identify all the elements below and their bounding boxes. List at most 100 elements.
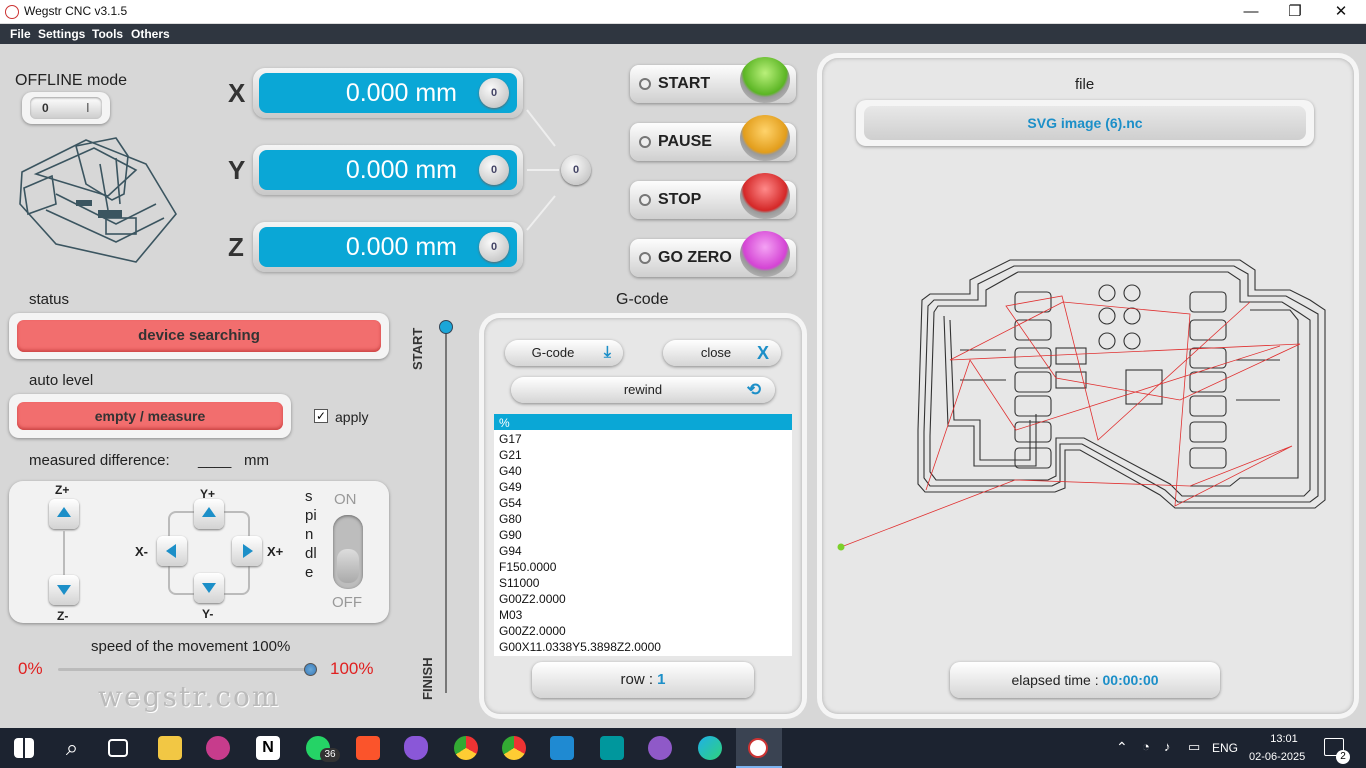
arrow-left-icon [166,544,176,558]
zero-z-button[interactable]: 0 [479,232,509,262]
spindle-label: spindle [305,488,317,581]
vscode-icon[interactable] [550,736,574,760]
notion-icon[interactable]: N [256,736,280,760]
gcode-line[interactable]: G00X11.0338Y5.3898Z2.0000 [499,640,661,654]
zero-y-button[interactable]: 0 [479,155,509,185]
chrome-icon[interactable] [454,736,478,760]
toggle-on-label: I [86,100,90,115]
chrome-profile-icon[interactable] [502,736,526,760]
progress-track [445,327,447,693]
task-view-icon[interactable] [108,739,128,757]
gcode-line[interactable]: S11000 [499,576,539,590]
gcode-line[interactable]: G21 [499,448,522,462]
z-plus-label: Z+ [55,483,70,497]
gcode-line[interactable]: G00Z2.0000 [499,592,566,606]
arduino-icon[interactable] [600,736,624,760]
clock-time[interactable]: 13:01 [1262,733,1306,745]
gcode-line[interactable]: F150.0000 [499,560,556,574]
app-star-icon[interactable] [206,736,230,760]
x-plus-label: X+ [267,544,284,559]
gcode-line[interactable]: G17 [499,432,522,446]
maximize-button[interactable]: ❐ [1272,0,1318,24]
gcode-list[interactable] [494,414,792,656]
jog-x-left-button[interactable] [157,536,187,566]
file-name: SVG image (6).nc [864,106,1306,140]
menu-file[interactable]: File [10,27,31,41]
menu-settings[interactable]: Settings [38,27,85,41]
volume-icon[interactable]: ♪ [1164,739,1171,754]
z-minus-label: Z- [57,609,69,623]
cnc-machine-illustration [19,137,177,263]
menu-tools[interactable]: Tools [92,27,123,41]
jog-x-right-button[interactable] [232,536,262,566]
battery-icon[interactable]: ▭ [1188,739,1200,755]
zero-all-button[interactable]: 0 [561,155,591,185]
gcode-line[interactable]: G00Z2.0000 [499,624,566,638]
gcode-title: G-code [616,291,669,308]
search-icon[interactable]: ⌕ [60,736,84,760]
start-button[interactable]: START [630,57,796,103]
offline-toggle[interactable]: 0 I [22,92,110,124]
download-icon: ⤓ [603,344,611,361]
toggle-off-label: 0 [42,101,49,115]
gcode-line[interactable]: % [499,416,510,430]
wifi-icon[interactable]: ◔ [1142,739,1150,754]
speed-min-label: 0% [18,659,43,678]
windows-start-icon[interactable] [14,738,34,758]
jog-z-down-button[interactable] [49,575,79,605]
file-explorer-icon[interactable] [158,736,182,760]
status-box: device searching [9,313,389,359]
pause-icon [740,115,790,161]
obsidian-icon[interactable] [404,736,428,760]
gcode-line[interactable]: G94 [499,544,522,558]
spindle-off-label: OFF [332,594,362,611]
whatsapp-badge: 36 [320,748,340,762]
clock-date[interactable]: 02-06-2025 [1249,751,1305,763]
spindle-switch[interactable] [333,515,363,589]
measured-difference-label: measured difference: [29,452,170,469]
start-point-marker [837,543,845,551]
progress-start-label: START [410,327,425,370]
status-value: device searching [17,320,381,352]
gcode-line[interactable]: G54 [499,496,522,510]
close-window-button[interactable]: ✕ [1318,0,1364,24]
wegstr-app-icon [748,738,768,758]
github-icon[interactable] [648,736,672,760]
close-gcode-button[interactable]: close X [663,340,781,366]
tray-chevron-icon[interactable]: ⌃ [1116,739,1128,756]
arrow-up-icon [202,507,216,517]
wegstr-taskbar-button[interactable] [736,728,782,768]
minimize-button[interactable]: — [1228,0,1274,24]
gcode-line[interactable]: G49 [499,480,522,494]
pause-button[interactable]: PAUSE [630,115,796,161]
stop-button[interactable]: STOP [630,173,796,219]
language-indicator[interactable]: ENG [1212,741,1238,755]
load-gcode-button[interactable]: G-code ⤓ [505,340,623,366]
brave-icon[interactable] [356,736,380,760]
gcode-line[interactable]: G90 [499,528,522,542]
jog-y-up-button[interactable] [194,499,224,529]
jog-y-down-button[interactable] [194,573,224,603]
speed-slider-thumb[interactable] [304,663,317,676]
start-label: START [658,75,711,92]
elapsed-time-label: elapsed time : [1011,672,1099,688]
go-zero-button[interactable]: GO ZERO [630,231,796,277]
rewind-button[interactable]: rewind ⟲ [511,377,775,403]
pause-label: PAUSE [658,133,712,150]
speed-slider-track[interactable] [58,663,317,676]
spindle-on-label: ON [334,491,357,508]
menu-others[interactable]: Others [131,27,170,41]
gcode-line[interactable]: G80 [499,512,522,526]
gcode-line[interactable]: M03 [499,608,522,622]
auto-level-button[interactable]: empty / measure [17,402,283,430]
zero-x-button[interactable]: 0 [479,78,509,108]
edge-icon[interactable] [698,736,722,760]
menu-bar: File Settings Tools Others [0,24,1366,44]
spindle-switch-knob [337,549,359,583]
apply-checkbox[interactable]: ✓ [314,409,328,423]
gcode-line[interactable]: G40 [499,464,522,478]
z-axis-line [63,531,65,577]
z-position-display: 0.000 mm 0 [253,222,523,272]
jog-z-up-button[interactable] [49,499,79,529]
arrow-right-icon [243,544,253,558]
